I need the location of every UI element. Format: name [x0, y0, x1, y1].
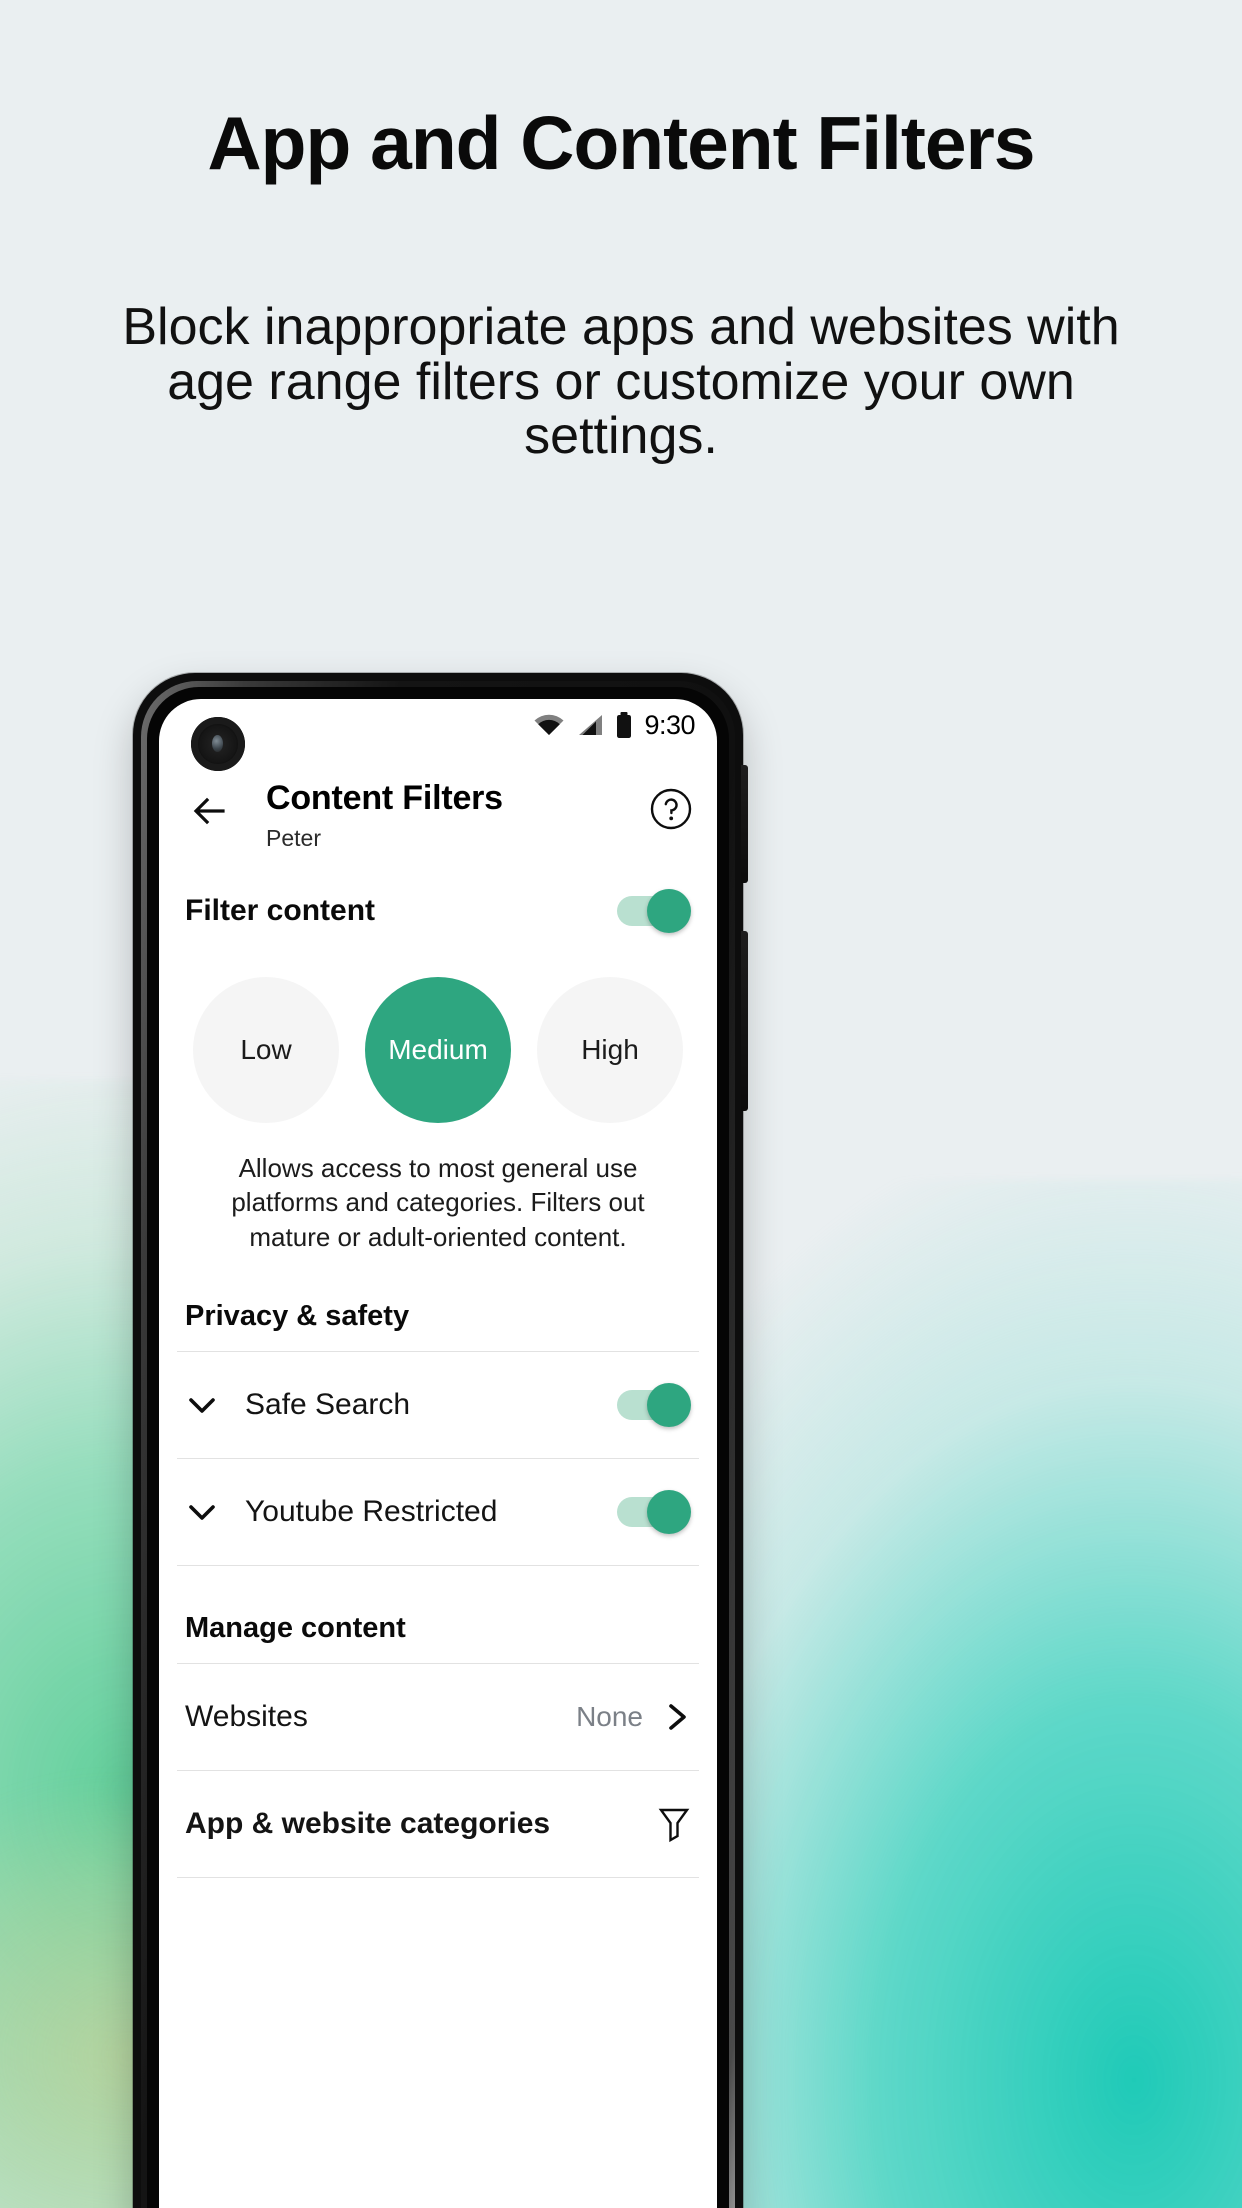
websites-value: None	[576, 1700, 643, 1732]
filter-level-selector: Low Medium High	[159, 959, 717, 1129]
wifi-icon	[534, 714, 564, 735]
status-bar-time: 9:30	[644, 709, 695, 740]
chevron-right-icon[interactable]	[663, 1701, 691, 1733]
list-item-app-website-categories[interactable]: App & website categories	[159, 1771, 717, 1877]
promo-headline: App and Content Filters	[207, 101, 1036, 185]
funnel-filter-icon[interactable]	[657, 1805, 691, 1843]
back-arrow-icon[interactable]	[189, 791, 229, 831]
filter-level-low[interactable]: Low	[193, 977, 339, 1123]
filter-content-label: Filter content	[185, 894, 376, 927]
page-subtitle-profile-name: Peter	[266, 825, 321, 851]
filter-content-row[interactable]: Filter content	[159, 863, 717, 959]
filter-level-medium[interactable]: Medium	[365, 977, 511, 1123]
app-bar: Content Filters Peter	[159, 751, 717, 863]
chevron-down-icon[interactable]	[185, 1388, 219, 1422]
list-item-youtube-restricted[interactable]: Youtube Restricted	[159, 1459, 717, 1565]
list-item-websites[interactable]: Websites None	[159, 1664, 717, 1770]
list-item-safe-search[interactable]: Safe Search	[159, 1352, 717, 1458]
chevron-down-icon[interactable]	[185, 1495, 219, 1529]
divider	[177, 1876, 699, 1878]
toggle-thumb	[647, 889, 691, 933]
section-header-manage-content: Manage content	[185, 1611, 406, 1644]
safe-search-label: Safe Search	[245, 1387, 411, 1421]
app-website-categories-label: App & website categories	[185, 1806, 551, 1840]
filter-level-high[interactable]: High	[537, 977, 683, 1123]
page-title: Content Filters	[266, 779, 503, 817]
battery-icon	[617, 712, 632, 738]
filter-level-description: Allows access to most general use platfo…	[231, 1153, 645, 1252]
youtube-restricted-label: Youtube Restricted	[245, 1494, 498, 1528]
help-circle-icon[interactable]	[649, 787, 693, 831]
filter-level-low-label: Low	[240, 1034, 292, 1065]
phone-mockup-frame: 9:30 Content Filters Peter Filter conten…	[133, 673, 748, 2208]
websites-label: Websites	[185, 1699, 308, 1733]
promo-subheadline: Block inappropriate apps and websites wi…	[122, 298, 1120, 466]
filter-level-high-label: High	[581, 1034, 639, 1065]
filter-level-medium-label: Medium	[388, 1034, 488, 1065]
toggle-thumb	[647, 1382, 691, 1427]
phone-volume-button[interactable]	[741, 765, 748, 883]
phone-power-button[interactable]	[741, 931, 748, 1111]
phone-screen: 9:30 Content Filters Peter Filter conten…	[159, 699, 717, 2208]
filter-content-toggle[interactable]	[617, 889, 691, 933]
safe-search-toggle[interactable]	[617, 1382, 691, 1427]
cellular-signal-icon	[579, 715, 603, 735]
youtube-restricted-toggle[interactable]	[617, 1489, 691, 1534]
screen-content: Filter content Low Medium High Allows ac…	[159, 863, 717, 2208]
screenshot-stage: App and Content Filters Block inappropri…	[0, 0, 1242, 2208]
toggle-thumb	[647, 1489, 691, 1534]
section-header-privacy-safety: Privacy & safety	[185, 1299, 410, 1332]
